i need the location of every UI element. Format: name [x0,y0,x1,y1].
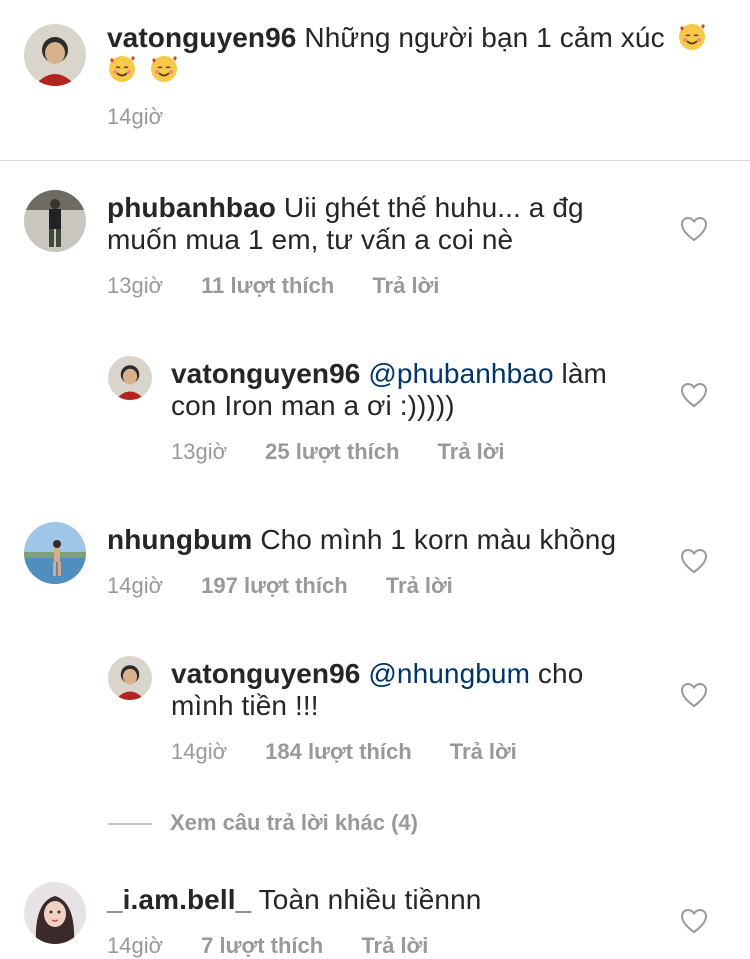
reply-text: vatonguyen96 @phubanhbao làm con Iron ma… [171,358,651,422]
reply-meta: 14giờ 184 lượt thích Trả lời [171,739,517,765]
timestamp: 14giờ [107,933,164,958]
view-more-replies-label: Xem câu trả lời khác (4) [170,810,418,835]
comment-username[interactable]: phubanhbao [107,192,276,223]
reply-body-line1: cho [537,658,584,689]
reply-button[interactable]: Trả lời [450,739,517,764]
heart-icon[interactable] [680,382,708,408]
reply-username[interactable]: vatonguyen96 [171,358,360,389]
timestamp: 14giờ [107,104,164,129]
replier-avatar[interactable] [108,656,152,700]
caption-body: Những người bạn 1 cảm xúc [304,22,665,53]
commenter-avatar[interactable] [24,190,86,252]
commenter-avatar[interactable] [24,522,86,584]
reply-body-line1: làm [561,358,607,389]
timestamp: 13giờ [107,273,164,298]
comment-body-line1: Toàn nhiều tiềnnn [258,884,482,915]
avatar-photo [24,882,86,944]
timestamp: 14giờ [171,739,228,764]
caption-text: vatonguyen96 Những người bạn 1 cảm xúc [107,22,717,86]
avatar-photo [108,656,152,700]
smiling-face-with-hearts-icon [109,56,135,82]
replier-avatar[interactable] [108,356,152,400]
comment-username[interactable]: nhungbum [107,524,252,555]
comment-meta: 13giờ 11 lượt thích Trả lời [107,273,439,299]
likes-count[interactable]: 25 lượt thích [265,439,399,464]
likes-count[interactable]: 11 lượt thích [201,273,334,298]
divider [0,160,750,161]
comment-text: nhungbum Cho mình 1 korn màu khồng [107,524,677,556]
smiling-face-with-hearts-icon [678,24,705,50]
reply-button[interactable]: Trả lời [372,273,439,298]
avatar-photo [24,522,86,584]
caption-username[interactable]: vatonguyen96 [107,22,296,53]
caption-avatar[interactable] [24,24,86,86]
reply-meta: 13giờ 25 lượt thích Trả lời [171,439,505,465]
divider-line [108,823,152,826]
view-more-replies-button[interactable]: Xem câu trả lời khác (4) [108,810,418,840]
avatar-photo [108,356,152,400]
heart-icon[interactable] [680,908,708,934]
reply-button[interactable]: Trả lời [438,439,505,464]
smiling-face-with-hearts-icon [150,56,177,82]
comment-username[interactable]: _i.am.bell_ [107,884,251,915]
comment-meta: 14giờ 197 lượt thích Trả lời [107,573,453,599]
likes-count[interactable]: 7 lượt thích [201,933,323,958]
comment-body-line1: Cho mình 1 korn màu khồng [260,524,617,555]
reply-username[interactable]: vatonguyen96 [171,658,360,689]
comment-text: phubanhbao Uii ghét thế huhu... a đg muố… [107,192,677,256]
avatar-photo [24,24,86,86]
likes-count[interactable]: 197 lượt thích [201,573,348,598]
timestamp: 13giờ [171,439,228,464]
reply-button[interactable]: Trả lời [361,933,428,958]
avatar-photo [24,190,86,252]
comment-meta: 14giờ 7 lượt thích Trả lời [107,933,428,959]
commenter-avatar[interactable] [24,882,86,944]
mention-link[interactable]: @phubanhbao [368,358,553,389]
heart-icon[interactable] [680,548,708,574]
reply-body-line2: con Iron man a ơi :))))) [171,390,455,421]
likes-count[interactable]: 184 lượt thích [265,739,412,764]
heart-icon[interactable] [680,682,708,708]
mention-link[interactable]: @nhungbum [368,658,530,689]
heart-icon[interactable] [680,216,708,242]
reply-button[interactable]: Trả lời [386,573,453,598]
timestamp: 14giờ [107,573,164,598]
caption-time: 14giờ [107,104,163,130]
reply-text: vatonguyen96 @nhungbum cho mình tiền !!! [171,658,651,722]
comment-body-line2: muốn mua 1 em, tư vấn a coi nè [107,224,514,255]
comment-text: _i.am.bell_ Toàn nhiều tiềnnn [107,884,677,916]
comment-body-line1: Uii ghét thế huhu... a đg [283,192,584,223]
reply-body-line2: mình tiền !!! [171,690,319,721]
